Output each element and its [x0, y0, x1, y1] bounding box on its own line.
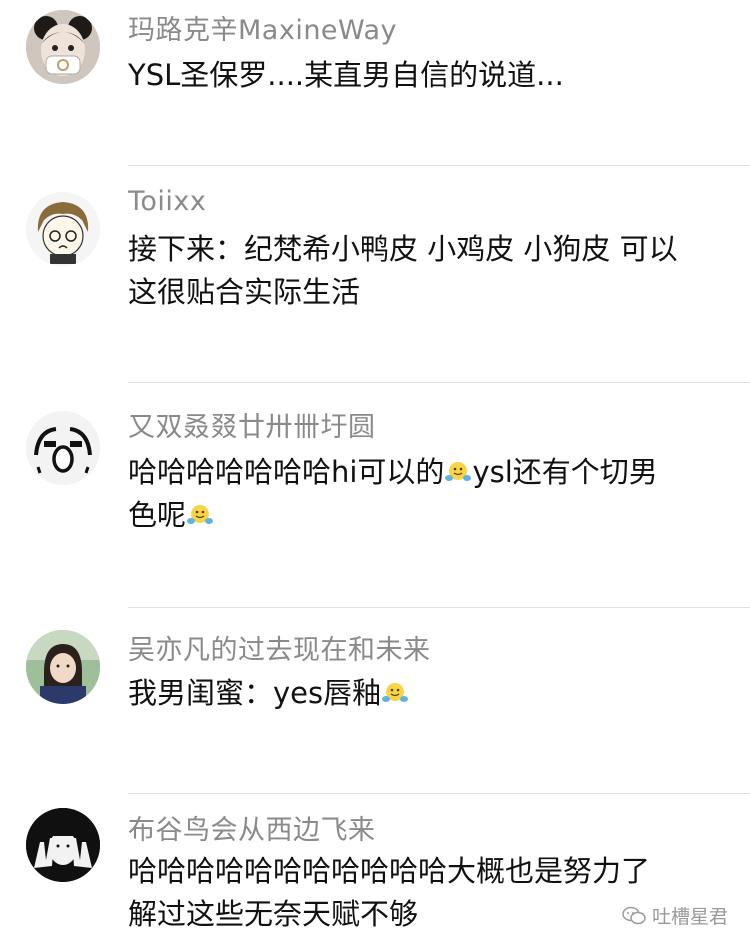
smile-hands-emoji [187, 503, 214, 527]
comment-username[interactable]: 又双叒叕廿卅卌圩圆 [128, 405, 376, 444]
comment-text: 接下来：纪梵希小鸭皮 小鸡皮 小狗皮 可以 这很贴合实际生活 [128, 228, 728, 314]
girl-photo-avatar[interactable] [26, 630, 100, 704]
comment-item: 吴亦凡的过去现在和未来 我男闺蜜：yes唇釉 [0, 608, 750, 794]
wechat-logo-icon [622, 906, 646, 926]
cartoon-boy-avatar[interactable] [26, 192, 100, 266]
watermark: 吐槽星君 [622, 902, 728, 929]
comment-item: 玛路克辛MaxineWay YSL圣保罗....某直男自信的说道... [0, 0, 750, 166]
comment-text: 哈哈哈哈哈哈哈hi可以的 ysl还有个切男 色呢 [128, 451, 728, 537]
text-segment: 哈哈哈哈哈哈哈hi可以的 [128, 455, 445, 489]
text-segment: 我男闺蜜：yes唇釉 [128, 676, 382, 710]
watermark-text: 吐槽星君 [651, 906, 728, 928]
comment-username[interactable]: 玛路克辛MaxineWay [128, 8, 397, 47]
comment-text-line: 哈哈哈哈哈哈哈hi可以的 ysl还有个切男 [128, 451, 728, 494]
comment-text: YSL圣保罗....某直男自信的说道... [128, 54, 728, 97]
masked-face-avatar[interactable] [26, 10, 100, 84]
comment-text-line: 色呢 [128, 494, 728, 537]
comment-username[interactable]: 布谷鸟会从西边飞来 [128, 808, 376, 847]
smile-hands-emoji [382, 681, 409, 705]
comment-username[interactable]: Toiixx [128, 186, 206, 217]
meme-face-avatar[interactable] [26, 411, 100, 485]
comment-text-line: 接下来：纪梵希小鸭皮 小鸡皮 小狗皮 可以 [128, 232, 678, 266]
text-segment: 色呢 [128, 498, 187, 532]
comment-text-line: 这很贴合实际生活 [128, 275, 361, 309]
hands-face-avatar[interactable] [26, 808, 100, 882]
comment-username[interactable]: 吴亦凡的过去现在和未来 [128, 628, 431, 667]
comment-item: Toiixx 接下来：纪梵希小鸭皮 小鸡皮 小狗皮 可以 这很贴合实际生活 [0, 166, 750, 383]
smile-hands-emoji [445, 460, 472, 484]
comment-item: 又双叒叕廿卅卌圩圆 哈哈哈哈哈哈哈hi可以的 ysl还有个切男 色呢 [0, 383, 750, 608]
comment-text-line: YSL圣保罗....某直男自信的说道... [128, 58, 564, 92]
comment-text-line: 我男闺蜜：yes唇釉 [128, 672, 728, 715]
text-segment: ysl还有个切男 [472, 455, 658, 489]
comment-text: 我男闺蜜：yes唇釉 [128, 672, 728, 715]
comment-text-line: 哈哈哈哈哈哈哈哈哈哈哈大概也是努力了 [128, 854, 651, 888]
